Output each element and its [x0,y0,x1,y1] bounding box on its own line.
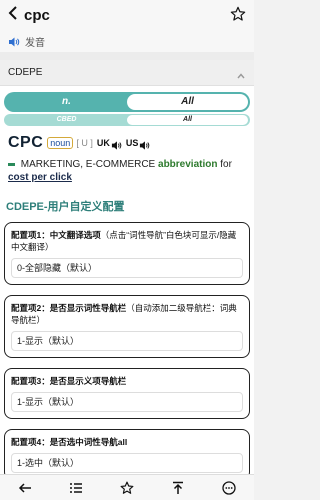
speaker-icon[interactable] [8,35,20,47]
headword-row: CPC noun [ U ] UK US [8,134,246,152]
pronunciation-row[interactable]: 发音 [0,30,254,52]
config-select[interactable]: 0-全部隐藏（默认） [11,258,243,278]
config-select[interactable]: 1-选中（默认） [11,453,243,473]
favorite-star-icon[interactable] [230,6,246,22]
for-label: for [220,159,232,170]
dictionary-entry: CPC noun [ U ] UK US MARKETING, E-COMMER… [0,126,254,190]
config-label: 配置项4： [11,437,50,447]
config-select[interactable]: 1-显示（默认） [11,331,243,351]
uk-audio-icon[interactable] [111,138,122,150]
config-question: 配置项2：是否显示词性导航栏（自动添加二级导航栏：词典导航栏） [11,302,243,326]
config-label: 配置项1： [11,230,50,240]
us-label: US [125,138,139,148]
tab-noun[interactable]: n. [6,94,127,110]
tab-cbed[interactable]: CBED [6,115,127,125]
us-audio-icon[interactable] [139,138,150,150]
divider [0,52,254,60]
config-name: 是否显示词性导航栏 [49,303,127,313]
back-arrow-icon[interactable] [18,481,32,495]
pos-tabs: n. All CBED All [0,86,254,126]
sense-line: MARKETING, E-COMMERCE abbreviation for c… [8,158,246,184]
dictionary-header[interactable]: CDEPE [0,60,254,86]
config-question: 配置项4：是否选中词性导航all [11,436,243,448]
config-title: CDEPE-用户自定义配置 [6,201,125,213]
chevron-up-icon[interactable] [236,68,246,78]
config-name: 是否选中词性导航all [49,437,128,447]
scroll-top-icon[interactable] [171,481,185,495]
definition-link[interactable]: cost per click [8,172,72,183]
headword: CPC [8,134,44,151]
more-icon[interactable] [221,480,236,495]
bottom-toolbar [0,474,254,500]
tab-all[interactable]: All [127,94,248,110]
config-card-2: 配置项2：是否显示词性导航栏（自动添加二级导航栏：词典导航栏） 1-显示（默认） [4,295,250,358]
list-icon[interactable] [69,481,83,495]
config-name: 中文翻译选项 [49,230,101,240]
uk-label: UK [96,138,110,148]
dict-tab-row: CBED All [4,114,250,126]
pronunciation-label: 发音 [25,37,45,49]
back-icon[interactable] [8,5,20,25]
tab-sub-all[interactable]: All [127,115,248,125]
config-question: 配置项1：中文翻译选项（点击“词性导航”白色块可显示/隐藏中文翻译） [11,229,243,253]
config-question: 配置项3：是否显示义项导航栏 [11,375,243,387]
pos-badge: noun [47,137,74,149]
config-card-1: 配置项1：中文翻译选项（点击“词性导航”白色块可显示/隐藏中文翻译） 0-全部隐… [4,222,250,285]
config-panel: CDEPE-用户自定义配置 配置项1：中文翻译选项（点击“词性导航”白色块可显示… [0,190,254,494]
grammar-code: [ U ] [76,138,93,148]
config-select[interactable]: 1-显示（默认） [11,392,243,412]
config-name: 是否显示义项导航栏 [49,376,127,386]
top-bar: cpc [0,0,254,30]
grammar-label: abbreviation [158,159,218,170]
config-label: 配置项3： [11,376,50,386]
search-word: cpc [24,6,50,24]
sense-marker [8,162,15,166]
config-card-3: 配置项3：是否显示义项导航栏 1-显示（默认） [4,368,250,419]
config-label: 配置项2： [11,303,50,313]
star-icon[interactable] [120,481,134,495]
dictionary-name: CDEPE [8,67,43,78]
domain-label: MARKETING, E-COMMERCE [20,159,156,170]
pos-tab-row: n. All [4,92,250,112]
config-card-4: 配置项4：是否选中词性导航all 1-选中（默认） [4,429,250,480]
